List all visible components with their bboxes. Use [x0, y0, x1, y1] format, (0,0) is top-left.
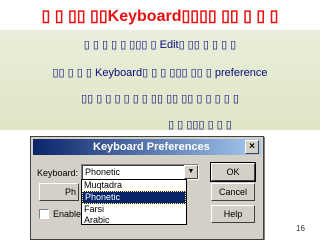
close-button[interactable]: ×: [245, 140, 259, 154]
ok-button[interactable]: OK: [210, 162, 256, 182]
page-number: 16: [296, 224, 305, 233]
slide-text-line-2: ▯▯ ▯ ▯ ▯ Keyboard▯ ▯ ▯ ▯▯▯ ▯▯ ▯ preferen…: [52, 67, 268, 79]
help-button[interactable]: Help: [211, 205, 255, 223]
slide-text-line-3: ▯▯ ▯ ▯ ▯ ▯ ▯ ▯ ▯▯ ▯▯ ▯▯ ▯ ▯ ▯ ▯ ▯: [81, 93, 239, 105]
chevron-down-icon: ▼: [187, 168, 195, 175]
keyboard-options-list[interactable]: Muqtadra Phonetic Farsi Arabic: [81, 179, 187, 225]
keyboard-label: Keyboard:: [37, 168, 79, 178]
list-item-arabic[interactable]: Arabic: [82, 215, 186, 226]
enable-label: Enable: [53, 209, 82, 219]
list-item-farsi[interactable]: Farsi: [82, 204, 186, 215]
slide-title: ▯ ▯ ▯▯ ▯▯Keyboard▯▯▯▯ ▯▯ ▯ ▯ ▯: [41, 8, 279, 25]
slide-text-line-4: ▯ ▯ ▯▯▯ ▯ ▯ ▯: [168, 119, 232, 131]
keyboard-select-value: Phonetic: [85, 167, 121, 177]
phonetic-button[interactable]: Ph: [39, 183, 79, 201]
close-icon: ×: [249, 141, 255, 152]
dialog-title: Keyboard Preferences: [93, 141, 210, 153]
list-item-muqtadra[interactable]: Muqtadra: [82, 180, 186, 191]
enable-checkbox[interactable]: [39, 209, 49, 219]
keyboard-select[interactable]: Phonetic ▼: [81, 164, 199, 180]
cancel-button[interactable]: Cancel: [211, 183, 255, 201]
keyboard-preferences-dialog: Keyboard Preferences × Keyboard: Phoneti…: [30, 136, 264, 240]
dropdown-button[interactable]: ▼: [184, 165, 198, 179]
list-item-phonetic[interactable]: Phonetic: [82, 191, 186, 204]
slide-text-line-1: ▯ ▯ ▯ ▯ ▯ ▯▯▯ ▯ Edit▯ ▯▯ ▯ ▯ ▯ ▯: [83, 39, 237, 51]
dialog-titlebar[interactable]: Keyboard Preferences ×: [33, 139, 261, 155]
